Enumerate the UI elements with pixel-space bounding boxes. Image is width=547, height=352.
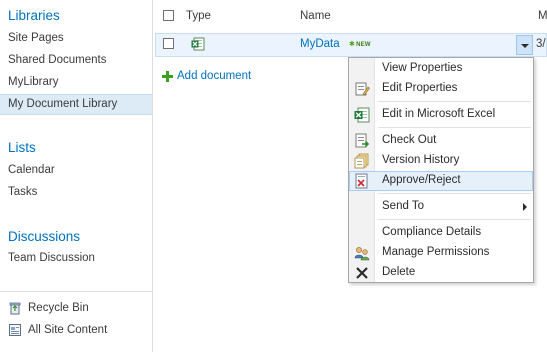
modified-date: 3/ [536, 38, 546, 50]
all-site-content-link[interactable]: All Site Content [8, 322, 107, 338]
nav-heading-lists[interactable]: Lists [8, 140, 36, 155]
menu-item-label: Compliance Details [382, 226, 482, 238]
item-menu-dropdown-button[interactable] [516, 35, 533, 55]
menu-item-label: Delete [382, 266, 416, 278]
menu-item-manage-permissions[interactable]: Manage Permissions [349, 243, 533, 263]
edit-properties-icon [354, 81, 370, 97]
check-out-icon [354, 133, 370, 149]
recycle-bin-icon [8, 301, 22, 315]
new-badge: ✱NEW [349, 40, 371, 48]
recycle-bin-link[interactable]: Recycle Bin [8, 300, 89, 316]
item-context-menu: View Properties Edit Properties Edit in … [348, 57, 534, 283]
menu-item-compliance-details[interactable]: Compliance Details [349, 223, 533, 243]
nav-heading-libraries[interactable]: Libraries [8, 8, 60, 23]
nav-item-calendar[interactable]: Calendar [8, 164, 55, 176]
menu-item-view-properties[interactable]: View Properties [349, 59, 533, 79]
add-document-label: Add document [177, 70, 252, 82]
row-checkbox[interactable] [163, 38, 174, 49]
menu-item-label: Version History [382, 154, 460, 166]
add-icon [162, 70, 173, 82]
menu-separator [378, 193, 531, 194]
menu-item-version-history[interactable]: Version History [349, 151, 533, 171]
menu-separator [378, 101, 531, 102]
new-badge-label: NEW [356, 42, 371, 48]
chevron-right-icon [523, 203, 527, 211]
nav-item-site-pages[interactable]: Site Pages [8, 32, 64, 44]
select-all-checkbox[interactable] [163, 10, 174, 21]
menu-item-label: Send To [382, 200, 424, 212]
approve-reject-icon [354, 173, 370, 189]
nav-item-shared-documents[interactable]: Shared Documents [8, 54, 106, 66]
menu-item-check-out[interactable]: Check Out [349, 131, 533, 151]
menu-item-edit-properties[interactable]: Edit Properties [349, 79, 533, 99]
quick-launch-nav: Libraries Site Pages Shared Documents My… [0, 0, 153, 352]
add-document-link[interactable]: Add document [162, 70, 251, 82]
delete-icon [354, 265, 370, 281]
menu-item-label: Edit Properties [382, 82, 458, 94]
nav-item-mylibrary[interactable]: MyLibrary [8, 76, 58, 88]
menu-item-label: View Properties [382, 62, 463, 74]
nav-item-label: My Document Library [8, 98, 118, 110]
menu-item-edit-in-excel[interactable]: Edit in Microsoft Excel [349, 105, 533, 125]
menu-item-label: Approve/Reject [382, 174, 461, 186]
nav-divider [0, 291, 152, 292]
nav-item-tasks[interactable]: Tasks [8, 186, 37, 198]
menu-item-approve-reject[interactable]: Approve/Reject [349, 171, 533, 191]
all-site-content-label: All Site Content [28, 324, 108, 336]
menu-item-label: Manage Permissions [382, 246, 490, 258]
permissions-icon [354, 245, 370, 261]
menu-separator [378, 219, 531, 220]
menu-separator [378, 127, 531, 128]
column-header-modified[interactable]: M [538, 10, 547, 22]
column-header-name[interactable]: Name [300, 10, 331, 22]
document-name-link[interactable]: MyData [300, 38, 340, 50]
excel-icon [354, 107, 370, 123]
menu-item-send-to[interactable]: Send To [349, 197, 533, 217]
column-header-type[interactable]: Type [186, 10, 211, 22]
menu-item-label: Check Out [382, 134, 437, 146]
new-star-icon: ✱ [349, 41, 356, 48]
excel-file-icon [191, 37, 205, 51]
chevron-down-icon [521, 44, 529, 48]
version-history-icon [354, 153, 370, 169]
recycle-bin-label: Recycle Bin [28, 302, 89, 314]
menu-item-delete[interactable]: Delete [349, 263, 533, 283]
nav-heading-discussions[interactable]: Discussions [8, 229, 80, 244]
nav-item-my-document-library[interactable]: My Document Library [0, 94, 152, 115]
nav-item-team-discussion[interactable]: Team Discussion [8, 252, 95, 264]
site-content-icon [8, 323, 22, 337]
menu-item-label: Edit in Microsoft Excel [382, 108, 496, 120]
